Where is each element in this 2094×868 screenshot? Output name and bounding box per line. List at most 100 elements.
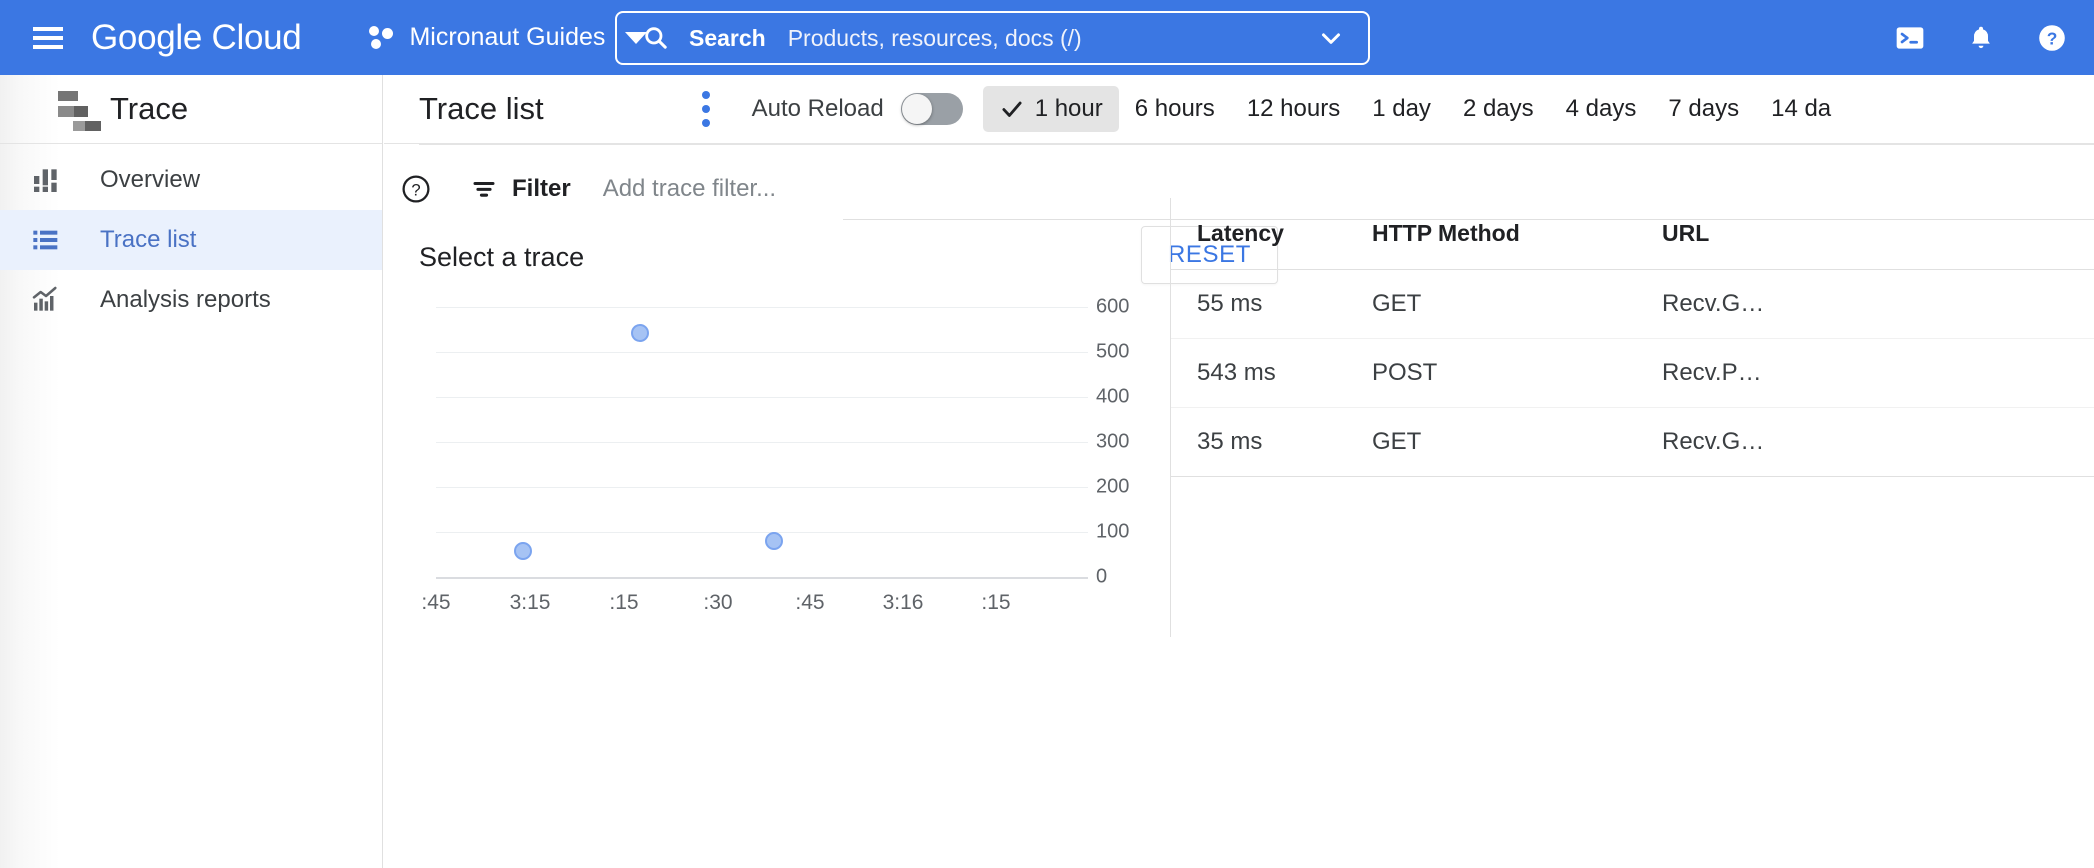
dashboard-overview-icon bbox=[30, 164, 84, 196]
time-range-14-days[interactable]: 14 da bbox=[1755, 86, 1847, 132]
notifications-bell-icon[interactable] bbox=[1966, 23, 1996, 53]
google-cloud-logo[interactable]: Google Cloud bbox=[91, 17, 302, 58]
trace-data-point[interactable] bbox=[631, 324, 650, 342]
global-search-bar[interactable]: Search Products, resources, docs (/) bbox=[615, 11, 1370, 65]
product-title: Trace bbox=[110, 91, 189, 126]
trace-chart-panel: Select a trace RESET 600 500 400 300 200… bbox=[384, 226, 1278, 637]
time-range-4-days[interactable]: 4 days bbox=[1550, 86, 1653, 132]
auto-reload-toggle[interactable] bbox=[900, 93, 963, 125]
cell-http-method: POST bbox=[1346, 338, 1636, 408]
content-area: Select a trace RESET 600 500 400 300 200… bbox=[384, 198, 2094, 637]
gridline-200 bbox=[436, 487, 1088, 488]
filter-button[interactable]: Filter bbox=[470, 175, 571, 203]
sidebar-nav: Overview Trace list Analysis reports bbox=[0, 144, 382, 330]
trace-product-icon bbox=[30, 87, 101, 131]
time-range-2-days[interactable]: 2 days bbox=[1447, 86, 1550, 132]
x-tick-label: :15 bbox=[609, 591, 639, 614]
sidebar-item-label: Overview bbox=[100, 166, 201, 193]
project-selector[interactable]: Micronaut Guides bbox=[369, 23, 648, 52]
time-range-1-day[interactable]: 1 day bbox=[1356, 86, 1447, 132]
main-content: Trace list Auto Reload 1 hour 6 hours 12… bbox=[384, 75, 2094, 868]
latency-scatter-chart[interactable]: 600 500 400 300 200 100 0 :45 3:15 :15 :… bbox=[384, 296, 1170, 637]
google-cloud-trace-app: Google Cloud Micronaut Guides Search Pro… bbox=[0, 0, 2094, 868]
left-sidebar: Trace Overview Trace list Analysis repor… bbox=[0, 75, 383, 868]
trace-data-point[interactable] bbox=[764, 532, 783, 550]
x-tick-label: 3:15 bbox=[509, 591, 551, 614]
product-header: Trace bbox=[0, 75, 382, 144]
sidebar-item-analysis-reports[interactable]: Analysis reports bbox=[0, 270, 382, 330]
time-range-group: 1 hour 6 hours 12 hours 1 day 2 days 4 d… bbox=[982, 86, 1847, 132]
trace-data-point[interactable] bbox=[514, 542, 533, 560]
gridline-600 bbox=[436, 307, 1088, 308]
time-range-1-hour[interactable]: 1 hour bbox=[982, 86, 1119, 132]
svg-text:?: ? bbox=[2047, 28, 2058, 48]
time-range-6-hours[interactable]: 6 hours bbox=[1119, 86, 1231, 132]
hamburger-menu-icon[interactable] bbox=[33, 26, 63, 49]
time-range-12-hours[interactable]: 12 hours bbox=[1231, 86, 1356, 132]
logo-google-text: Google bbox=[91, 17, 203, 57]
chart-plot-area bbox=[436, 307, 1088, 587]
time-range-label: 2 days bbox=[1462, 95, 1534, 122]
gridline-100 bbox=[436, 532, 1088, 533]
cell-url: Recv.G… bbox=[1636, 269, 2094, 339]
time-range-label: 1 hour bbox=[1034, 95, 1103, 122]
analysis-chart-icon bbox=[30, 284, 84, 316]
time-range-7-days[interactable]: 7 days bbox=[1652, 86, 1755, 132]
x-tick-label: :15 bbox=[981, 591, 1011, 614]
time-range-label: 4 days bbox=[1565, 95, 1637, 122]
sidebar-item-label: Trace list bbox=[100, 226, 197, 253]
topbar-icon-group: ? bbox=[1894, 0, 2068, 75]
project-name-label: Micronaut Guides bbox=[409, 23, 606, 51]
trace-filter-input[interactable]: Add trace filter... bbox=[603, 175, 776, 203]
x-axis-line bbox=[436, 577, 1088, 579]
project-dots-icon bbox=[369, 25, 395, 51]
toggle-knob bbox=[901, 94, 932, 124]
search-input[interactable]: Products, resources, docs (/) bbox=[788, 25, 1082, 52]
page-title: Trace list bbox=[419, 91, 544, 126]
y-tick-label: 400 bbox=[1096, 385, 1130, 408]
list-icon bbox=[30, 224, 84, 256]
cell-url: Recv.G… bbox=[1636, 407, 2094, 477]
more-vert-icon[interactable] bbox=[701, 91, 710, 127]
column-header-latency[interactable]: Latency bbox=[1171, 198, 1346, 270]
table-row[interactable]: 35 ms GET Recv.G… bbox=[1171, 407, 2094, 477]
time-range-label: 6 hours bbox=[1134, 95, 1215, 122]
trace-results-table: Latency HTTP Method URL 55 ms GET Recv.G… bbox=[1171, 198, 2094, 477]
sidebar-item-trace-list[interactable]: Trace list bbox=[0, 210, 382, 270]
help-question-icon[interactable]: ? bbox=[2036, 22, 2068, 54]
page-toolbar: Trace list Auto Reload 1 hour 6 hours 12… bbox=[384, 75, 2094, 144]
y-tick-label: 500 bbox=[1096, 340, 1130, 363]
column-header-http-method[interactable]: HTTP Method bbox=[1346, 198, 1636, 270]
cell-latency: 55 ms bbox=[1171, 269, 1346, 339]
cell-url: Recv.P… bbox=[1636, 338, 2094, 408]
sidebar-item-overview[interactable]: Overview bbox=[0, 150, 382, 210]
gridline-500 bbox=[436, 352, 1088, 353]
filter-list-icon bbox=[470, 175, 498, 203]
y-tick-label: 300 bbox=[1096, 430, 1130, 453]
filter-label: Filter bbox=[512, 175, 571, 202]
table-row[interactable]: 55 ms GET Recv.G… bbox=[1171, 269, 2094, 339]
filter-top-divider bbox=[419, 144, 2094, 145]
x-tick-label: :45 bbox=[421, 591, 451, 614]
svg-text:?: ? bbox=[411, 181, 420, 200]
gridline-300 bbox=[436, 442, 1088, 443]
x-tick-label: :45 bbox=[795, 591, 825, 614]
help-outline-icon[interactable]: ? bbox=[400, 173, 432, 205]
column-header-url[interactable]: URL bbox=[1636, 198, 2094, 270]
check-icon bbox=[999, 96, 1025, 122]
select-a-trace-title: Select a trace bbox=[419, 242, 585, 272]
trace-results-table-panel: Latency HTTP Method URL 55 ms GET Recv.G… bbox=[1170, 198, 2094, 637]
table-row[interactable]: 543 ms POST Recv.P… bbox=[1171, 338, 2094, 408]
time-range-label: 12 hours bbox=[1246, 95, 1341, 122]
cloud-shell-icon[interactable] bbox=[1894, 22, 1926, 54]
y-tick-label: 100 bbox=[1096, 520, 1130, 543]
top-navigation-bar: Google Cloud Micronaut Guides Search Pro… bbox=[0, 0, 2094, 75]
auto-reload-label: Auto Reload bbox=[751, 95, 884, 122]
search-label: Search bbox=[689, 24, 766, 51]
time-range-label: 7 days bbox=[1668, 95, 1740, 122]
search-expand-chevron-down-icon[interactable] bbox=[1316, 23, 1346, 53]
table-header-row: Latency HTTP Method URL bbox=[1171, 198, 2094, 270]
cell-http-method: GET bbox=[1346, 269, 1636, 339]
search-icon bbox=[643, 25, 669, 51]
x-tick-label: 3:16 bbox=[882, 591, 924, 614]
